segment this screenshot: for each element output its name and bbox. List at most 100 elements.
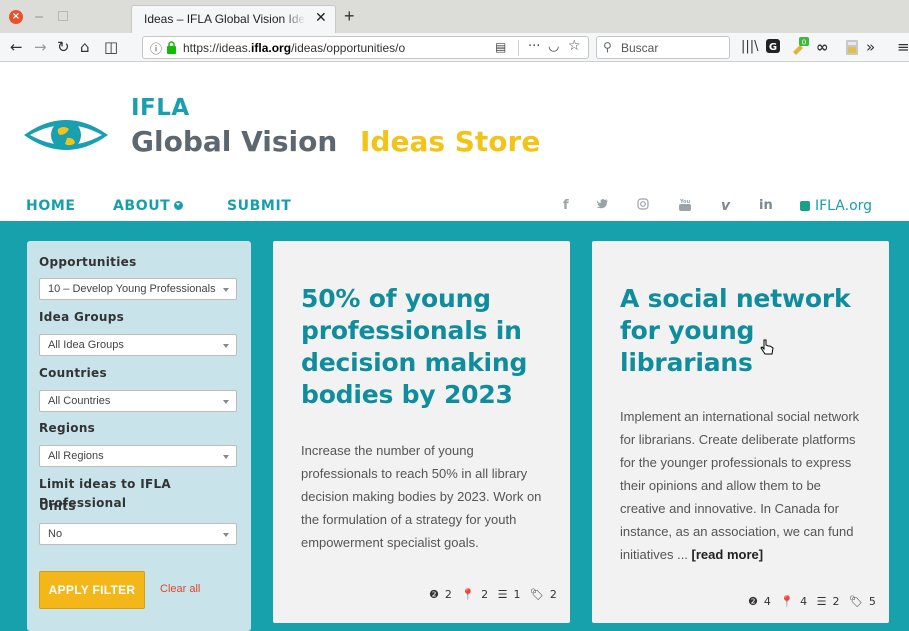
- idea-card-description-text: Implement an international social networ…: [620, 409, 860, 562]
- page-actions-icon[interactable]: ···: [528, 39, 540, 54]
- back-icon[interactable]: ←: [10, 37, 23, 57]
- vimeo-icon[interactable]: v: [721, 198, 730, 214]
- tag-icon: 🏷: [529, 588, 544, 601]
- chevron-down-icon: [223, 288, 229, 292]
- browser-toolbar: ← → ↻ ⌂ ◫ ⓘ https://ideas.ifla.org/ideas…: [0, 33, 909, 62]
- filter-panel: Opportunities 10 – Develop Young Profess…: [27, 241, 251, 631]
- idea-card-description: Implement an international social networ…: [620, 405, 870, 566]
- idea-card-title[interactable]: 50% of young professionals in decision m…: [301, 283, 551, 411]
- url-path: /ideas/opportunities/o: [291, 41, 406, 55]
- library-icon[interactable]: |||\: [741, 37, 759, 57]
- regions-value: All Regions: [48, 450, 104, 462]
- read-more-link[interactable]: [read more]: [692, 547, 764, 562]
- regions-select[interactable]: All Regions: [39, 445, 237, 467]
- page-content: IFLA Global Vision Ideas Store HOME ABOU…: [0, 63, 909, 631]
- forward-icon[interactable]: →: [34, 37, 47, 57]
- clear-all-link[interactable]: Clear all: [160, 583, 200, 595]
- idea-groups-label: Idea Groups: [39, 310, 125, 324]
- search-icon: ⚲: [603, 40, 612, 54]
- idea-card-stats: ❷4 📍 4 ☰ 2 🏷 5: [742, 595, 876, 608]
- sidebar-icon[interactable]: ◫: [104, 37, 118, 57]
- window-minimize-icon[interactable]: [35, 16, 43, 18]
- opportunities-label: Opportunities: [39, 255, 137, 269]
- youtube-icon[interactable]: You: [679, 198, 691, 216]
- tag-icon: 🏷: [848, 595, 863, 608]
- mouse-pointer-icon: [760, 339, 774, 355]
- chevron-down-icon: [223, 344, 229, 348]
- lists-count: 2: [832, 595, 840, 608]
- bookmark-star-icon[interactable]: ☆: [568, 38, 581, 54]
- pins-count: 4: [800, 595, 808, 608]
- hamburger-menu-icon[interactable]: ≡: [897, 37, 909, 57]
- opportunities-value: 10 – Develop Young Professionals: [48, 283, 216, 295]
- site-navigation: HOME ABOUT SUBMIT f You v in IFLA.org: [0, 192, 909, 220]
- ifla-org-label: IFLA.org: [815, 198, 873, 214]
- window-close-icon[interactable]: ×: [9, 10, 23, 24]
- reload-icon[interactable]: ↻: [57, 37, 70, 57]
- ifla-org-link[interactable]: IFLA.org: [800, 198, 872, 214]
- comments-icon: ❷: [748, 595, 758, 608]
- instagram-icon[interactable]: [637, 198, 649, 214]
- facebook-icon[interactable]: f: [563, 198, 569, 213]
- idea-card[interactable]: A social network for young librarians Im…: [592, 241, 889, 623]
- chevron-down-icon: [223, 455, 229, 459]
- twitter-icon[interactable]: [596, 198, 609, 213]
- idea-groups-value: All Idea Groups: [48, 339, 124, 351]
- opportunities-select[interactable]: 10 – Develop Young Professionals: [39, 278, 237, 300]
- ifla-eye-logo-icon[interactable]: [22, 113, 110, 157]
- lists-count: 1: [513, 588, 521, 601]
- linkedin-icon[interactable]: in: [759, 198, 773, 213]
- logo-ideas-store-text: Ideas Store: [360, 125, 541, 158]
- url-text[interactable]: https://ideas.ifla.org/ideas/opportuniti…: [183, 41, 481, 55]
- nav-home-link[interactable]: HOME: [26, 198, 76, 214]
- browser-tab-bar: × Ideas – IFLA Global Vision Ideas Store…: [0, 0, 909, 33]
- limit-units-select[interactable]: No: [39, 523, 237, 545]
- idea-card-title[interactable]: A social network for young librarians: [620, 283, 870, 379]
- pins-count: 2: [481, 588, 489, 601]
- extension-calc-icon[interactable]: [846, 40, 858, 55]
- limit-units-value: No: [48, 528, 63, 540]
- lock-icon[interactable]: [166, 41, 177, 54]
- idea-card-description: Increase the number of young professiona…: [301, 439, 551, 554]
- site-info-icon[interactable]: ⓘ: [150, 40, 162, 57]
- extension-badge-icon[interactable]: 0: [790, 36, 810, 56]
- tab-title: Ideas – IFLA Global Vision Ideas Store: [144, 12, 304, 26]
- svg-text:0: 0: [802, 39, 806, 47]
- apply-filter-button[interactable]: APPLY FILTER: [39, 571, 145, 609]
- comments-count: 4: [763, 595, 771, 608]
- chevron-down-icon: [174, 201, 184, 210]
- ifla-org-icon: [800, 201, 810, 211]
- window-maximize-icon[interactable]: [58, 11, 68, 21]
- nav-submit-link[interactable]: SUBMIT: [227, 198, 291, 214]
- search-bar[interactable]: ⚲ Buscar: [596, 36, 730, 59]
- comments-icon: ❷: [429, 588, 439, 601]
- extension-g-icon[interactable]: G: [766, 39, 780, 53]
- idea-groups-select[interactable]: All Idea Groups: [39, 334, 237, 356]
- idea-card-stats: ❷2 📍 2 ☰ 1 🏷 2: [423, 588, 557, 601]
- extension-infinity-icon[interactable]: ∞: [816, 37, 829, 57]
- idea-card[interactable]: 50% of young professionals in decision m…: [273, 241, 570, 623]
- countries-label: Countries: [39, 366, 107, 380]
- list-icon: ☰: [816, 595, 827, 608]
- tab-close-icon[interactable]: ✕: [315, 11, 327, 25]
- pocket-icon[interactable]: ◡: [548, 39, 559, 54]
- idea-card-description-text: Increase the number of young professiona…: [301, 443, 542, 550]
- nav-about-link[interactable]: ABOUT: [113, 198, 184, 214]
- home-icon[interactable]: ⌂: [80, 37, 90, 57]
- chevron-down-icon: [223, 400, 229, 404]
- countries-select[interactable]: All Countries: [39, 390, 237, 412]
- url-bar[interactable]: ⓘ https://ideas.ifla.org/ideas/opportuni…: [142, 36, 589, 59]
- tags-count: 5: [868, 595, 876, 608]
- pin-icon: 📍: [461, 588, 476, 601]
- countries-value: All Countries: [48, 395, 111, 407]
- url-domain: ifla.org: [251, 41, 292, 55]
- svg-text:G: G: [769, 42, 777, 53]
- pin-icon: 📍: [780, 595, 795, 608]
- url-prefix: https://ideas.: [183, 41, 252, 55]
- tags-count: 2: [549, 588, 557, 601]
- reader-view-icon[interactable]: ▤: [495, 40, 506, 54]
- browser-tab[interactable]: Ideas – IFLA Global Vision Ideas Store ✕: [131, 5, 336, 33]
- regions-label: Regions: [39, 421, 96, 435]
- new-tab-button[interactable]: +: [344, 6, 355, 27]
- overflow-menu-icon[interactable]: »: [866, 37, 875, 57]
